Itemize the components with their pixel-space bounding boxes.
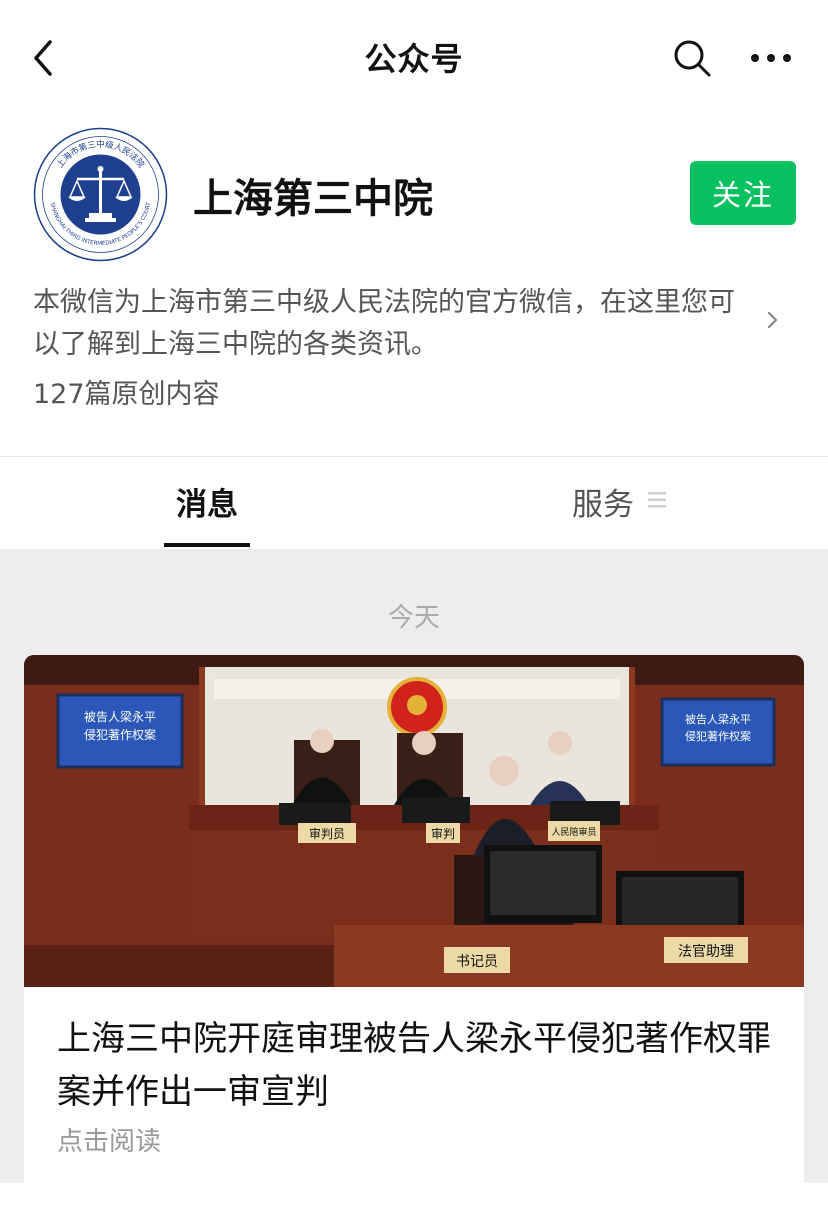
search-icon[interactable] (672, 38, 712, 78)
screen-right-line1: 被告人梁永平 (685, 712, 751, 726)
account-description[interactable]: 本微信为上海市第三中级人民法院的官方微信，在这里您可以了解到上海三中院的各类资讯… (33, 282, 753, 366)
article-cover-image[interactable]: 被告人梁永平 侵犯著作权案 被告人梁永平 侵犯著作权案 审判员 审判 人民陪审员… (24, 655, 804, 987)
menu-lines-icon (648, 492, 666, 508)
account-logo[interactable]: 上海市第三中级人民法院 SHANGHAI THIRD INTERMEDIATE … (33, 127, 168, 262)
read-more-label[interactable]: 点击阅读 (57, 1121, 161, 1158)
article-card[interactable]: 被告人梁永平 侵犯著作权案 被告人梁永平 侵犯著作权案 审判员 审判 人民陪审员… (24, 655, 804, 1215)
tab-services[interactable]: 服务 (572, 479, 634, 524)
screen-left-line2: 侵犯著作权案 (84, 727, 156, 742)
tab-bar: 消息 服务 (0, 457, 828, 549)
sign-juror: 人民陪审员 (551, 826, 596, 838)
follow-button[interactable]: 关注 (690, 161, 796, 225)
active-tab-indicator (164, 543, 250, 547)
nav-bar: 公众号 (0, 0, 828, 115)
sign-assistant: 法官助理 (678, 944, 734, 960)
more-options-icon[interactable] (748, 38, 794, 78)
message-feed: 今天 被告人梁永平 侵犯著作权案 被告人梁永平 侵犯著作权案 审判员 审判 人民… (0, 549, 828, 1215)
article-title[interactable]: 上海三中院开庭审理被告人梁永平侵犯著作权罪案并作出一审宣判 (57, 1013, 777, 1119)
chevron-right-icon[interactable] (758, 300, 788, 340)
sign-judge2: 审判 (431, 826, 455, 841)
sign-judge: 审判员 (309, 826, 345, 841)
sign-clerk: 书记员 (456, 954, 498, 970)
screen-left-line1: 被告人梁永平 (84, 709, 156, 724)
screen-right-line2: 侵犯著作权案 (685, 729, 751, 743)
account-name: 上海第三中院 (193, 176, 433, 222)
date-label: 今天 (387, 603, 440, 633)
original-content-count[interactable]: 127篇原创内容 (33, 372, 220, 411)
tab-messages[interactable]: 消息 (164, 479, 250, 524)
